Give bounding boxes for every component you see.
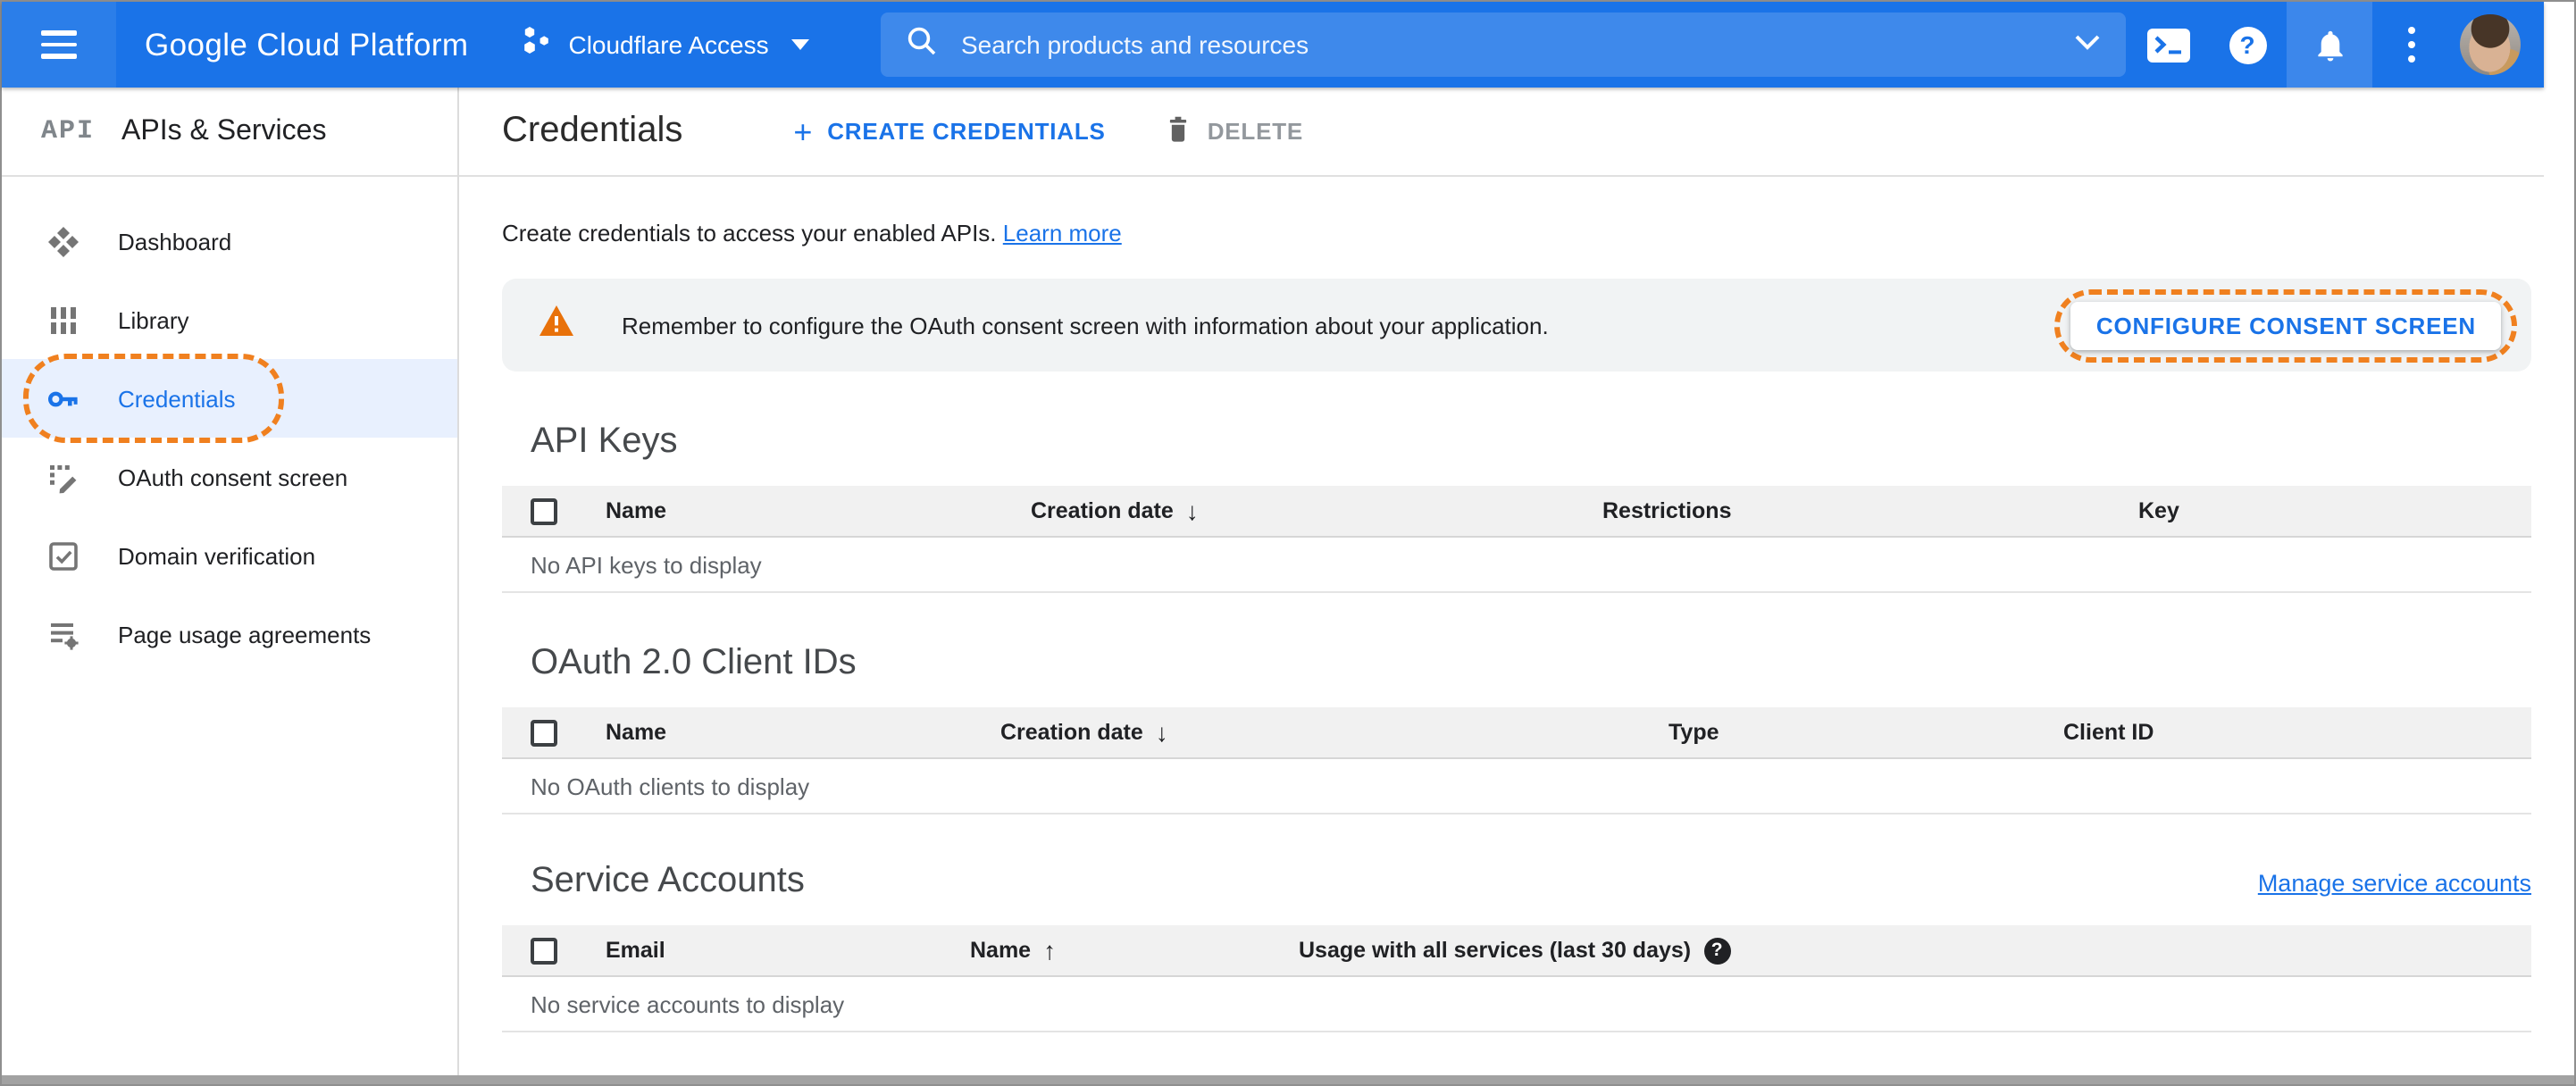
sort-desc-icon: ↓ [1185, 497, 1199, 525]
sidebar-item-credentials[interactable]: Credentials [2, 354, 457, 443]
select-all-checkbox[interactable] [531, 937, 557, 964]
sidebar-item-label: Domain verification [118, 542, 316, 569]
consent-warning-banner: Remember to configure the OAuth consent … [502, 279, 2531, 372]
learn-more-link[interactable]: Learn more [1003, 220, 1122, 246]
manage-service-accounts-link[interactable]: Manage service accounts [2258, 870, 2531, 897]
column-header-email[interactable]: Email [584, 938, 970, 963]
sidebar-item-domain-verification[interactable]: Domain verification [2, 516, 457, 595]
sidebar-item-label: Credentials [118, 385, 236, 412]
column-header-name[interactable]: Name [584, 498, 1031, 523]
content-scroll-area[interactable]: Create credentials to access your enable… [459, 177, 2544, 1075]
help-button[interactable]: ? [2208, 2, 2287, 88]
main-panel: Credentials + CREATE CREDENTIALS DELETE … [459, 88, 2544, 1075]
service-accounts-empty-state: No service accounts to display [502, 977, 2531, 1032]
column-header-creation-date[interactable]: Creation date ↓ [1031, 497, 1602, 525]
annotation-highlight-ring: CONFIGURE CONSENT SCREEN [2054, 288, 2517, 362]
column-header-restrictions[interactable]: Restrictions [1602, 498, 2138, 523]
warning-icon [538, 304, 575, 347]
scrollbar-gutter[interactable] [2544, 2, 2574, 1075]
sidebar-item-label: Page usage agreements [118, 621, 372, 647]
api-logo: API [41, 116, 96, 146]
sidebar-item-page-usage-agreements[interactable]: Page usage agreements [2, 595, 457, 673]
page-toolbar: Credentials + CREATE CREDENTIALS DELETE [459, 88, 2544, 177]
sort-asc-icon: ↑ [1043, 936, 1057, 965]
library-icon [45, 303, 80, 337]
consent-screen-icon [45, 460, 80, 494]
intro-text: Create credentials to access your enable… [502, 220, 1122, 246]
column-header-client-id[interactable]: Client ID [2063, 720, 2531, 745]
banner-text: Remember to configure the OAuth consent … [622, 312, 1549, 338]
sidebar: API APIs & Services Dashboard Library Cr… [2, 88, 459, 1075]
configure-consent-screen-button[interactable]: CONFIGURE CONSENT SCREEN [2070, 301, 2501, 349]
oauth-clients-heading: OAuth 2.0 Client IDs [531, 643, 857, 682]
sidebar-title: APIs & Services [121, 115, 327, 146]
sidebar-nav: Dashboard Library Credentials OAuth cons… [2, 177, 457, 673]
chevron-down-icon [791, 39, 810, 50]
help-icon: ? [2229, 26, 2266, 63]
service-accounts-heading: Service Accounts [531, 861, 805, 900]
sort-desc-icon: ↓ [1155, 718, 1168, 747]
column-header-type[interactable]: Type [1669, 720, 2063, 745]
more-options-button[interactable] [2372, 2, 2451, 88]
window-bottom-edge [2, 1075, 2574, 1084]
sidebar-item-label: Library [118, 306, 189, 333]
topbar-icon-cluster: ? [2129, 2, 2544, 88]
api-keys-heading: API Keys [531, 422, 678, 461]
gcp-console: Google Cloud Platform Cloudflare Access [2, 2, 2544, 1075]
browser-window: Google Cloud Platform Cloudflare Access [0, 0, 2576, 1086]
notifications-button[interactable] [2287, 2, 2372, 88]
column-header-creation-date[interactable]: Creation date ↓ [1000, 718, 1669, 747]
search-bar[interactable]: Search products and resources [881, 13, 2126, 77]
column-header-usage[interactable]: Usage with all services (last 30 days) ? [1299, 937, 2531, 964]
dashboard-icon [45, 224, 80, 258]
cloud-shell-icon [2147, 28, 2190, 62]
project-selector[interactable]: Cloudflare Access [522, 23, 810, 66]
sidebar-item-oauth-consent-screen[interactable]: OAuth consent screen [2, 438, 457, 516]
select-all-checkbox[interactable] [531, 719, 557, 746]
sidebar-item-library[interactable]: Library [2, 280, 457, 359]
oauth-clients-table: Name Creation date ↓ Type Client ID No O… [502, 707, 2531, 814]
delete-button[interactable]: DELETE [1163, 113, 1303, 150]
table-header-row: Email Name ↑ Usage with all services (la… [502, 925, 2531, 977]
search-expand-chevron-icon[interactable] [2074, 29, 2101, 61]
hamburger-icon [41, 30, 77, 59]
top-app-bar: Google Cloud Platform Cloudflare Access [2, 2, 2544, 88]
table-header-row: Name Creation date ↓ Restrictions Key [502, 486, 2531, 538]
oauth-clients-empty-state: No OAuth clients to display [502, 759, 2531, 814]
nav-menu-button[interactable] [2, 2, 116, 88]
plus-icon: + [793, 113, 814, 149]
sidebar-header: API APIs & Services [2, 88, 457, 177]
sidebar-item-label: OAuth consent screen [118, 464, 348, 490]
product-name[interactable]: Google Cloud Platform [145, 26, 468, 63]
create-credentials-button[interactable]: + CREATE CREDENTIALS [793, 115, 1105, 147]
list-gear-icon [45, 617, 80, 651]
help-icon[interactable]: ? [1703, 937, 1731, 964]
cloud-shell-button[interactable] [2129, 2, 2208, 88]
user-avatar[interactable] [2460, 14, 2521, 75]
table-header-row: Name Creation date ↓ Type Client ID [502, 707, 2531, 759]
page-title: Credentials [502, 111, 683, 150]
search-input[interactable]: Search products and resources [961, 30, 2074, 59]
column-header-name[interactable]: Name [584, 720, 1000, 745]
column-header-key[interactable]: Key [2138, 498, 2531, 523]
sidebar-item-label: Dashboard [118, 228, 232, 255]
api-keys-table: Name Creation date ↓ Restrictions Key No… [502, 486, 2531, 593]
search-icon [906, 24, 938, 65]
project-name: Cloudflare Access [568, 30, 769, 59]
api-keys-empty-state: No API keys to display [502, 538, 2531, 593]
select-all-checkbox[interactable] [531, 497, 557, 524]
trash-icon [1163, 113, 1193, 150]
project-hexagons-icon [522, 23, 552, 66]
column-header-name[interactable]: Name ↑ [970, 936, 1299, 965]
service-accounts-table: Email Name ↑ Usage with all services (la… [502, 925, 2531, 1032]
key-icon [45, 381, 80, 415]
checkbox-checked-icon [45, 539, 80, 572]
sidebar-item-dashboard[interactable]: Dashboard [2, 202, 457, 280]
bell-icon [2317, 29, 2342, 61]
kebab-menu-icon [2407, 26, 2416, 63]
